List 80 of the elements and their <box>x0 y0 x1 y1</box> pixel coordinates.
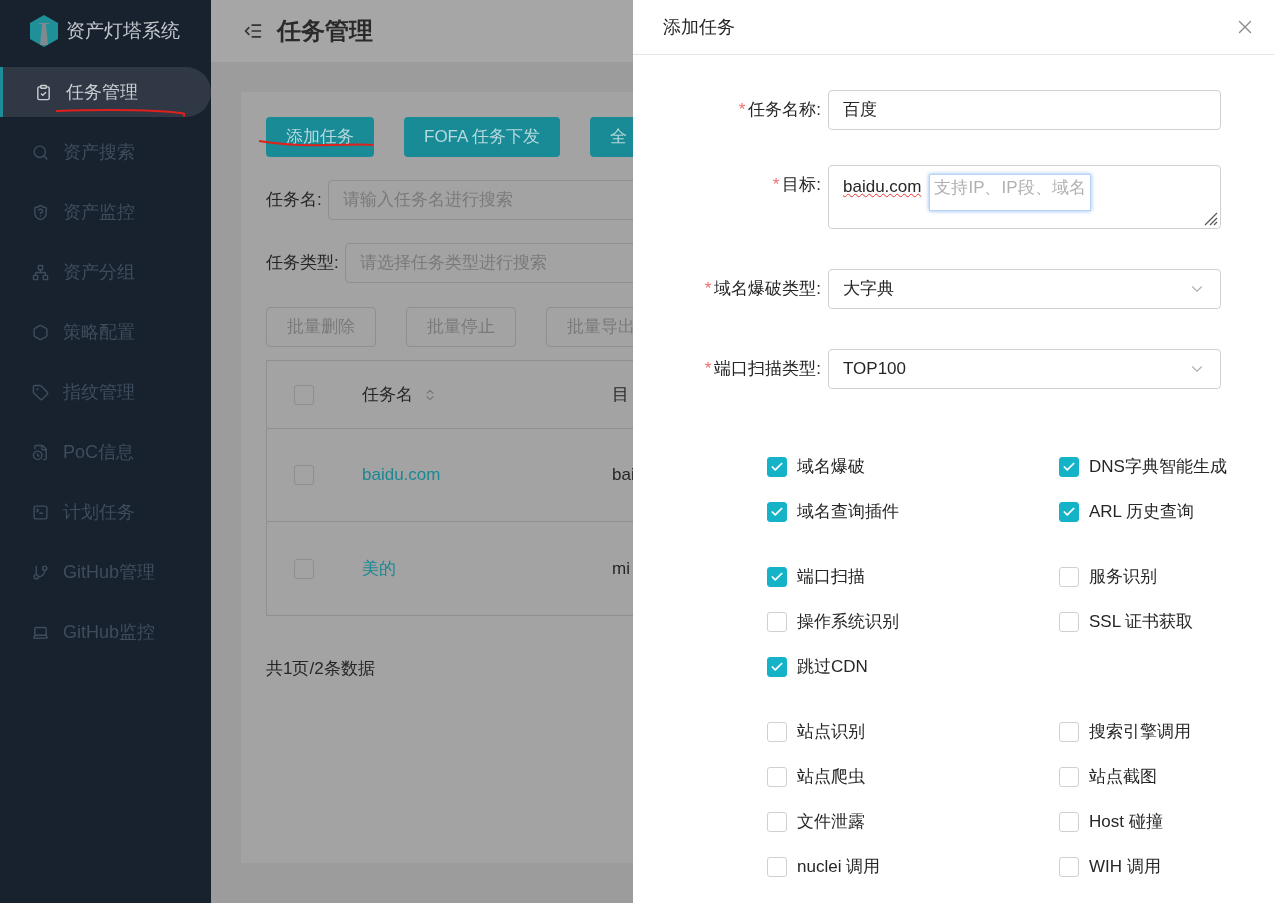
checkbox[interactable] <box>1059 612 1079 632</box>
table-cell-text: bai <box>612 464 633 487</box>
option-label: ARL 历史查询 <box>1089 501 1195 524</box>
task-link[interactable]: 美的 <box>362 558 396 578</box>
check-icon <box>770 460 784 474</box>
required-asterisk: * <box>738 99 746 122</box>
checkbox[interactable] <box>1059 857 1079 877</box>
column-header: 目 <box>612 383 629 406</box>
action-button[interactable]: 全 <box>590 117 633 157</box>
action-button[interactable]: 添加任务 <box>266 117 374 157</box>
checkbox[interactable] <box>767 812 787 832</box>
terminal-icon <box>32 503 49 521</box>
check-icon <box>770 660 784 674</box>
option-label: WIH 调用 <box>1089 856 1161 879</box>
checkbox[interactable] <box>1059 457 1079 477</box>
filter-label: 任务类型: <box>266 252 339 275</box>
checkbox[interactable] <box>767 857 787 877</box>
checkbox[interactable] <box>767 657 787 677</box>
search-icon <box>32 143 49 161</box>
checkbox[interactable] <box>767 502 787 522</box>
check-icon <box>770 570 784 584</box>
check-icon <box>1062 505 1076 519</box>
sidebar-item[interactable]: 任务管理 <box>0 67 211 117</box>
collapse-menu-icon[interactable] <box>243 21 263 41</box>
hierarchy-icon <box>32 263 49 281</box>
checkbox[interactable] <box>1059 567 1079 587</box>
lighthouse-logo-icon <box>28 14 60 48</box>
field-label: 任务名称: <box>748 99 821 122</box>
check-icon <box>1062 460 1076 474</box>
checkbox[interactable] <box>767 567 787 587</box>
filter-label: 任务名: <box>266 189 322 212</box>
input-field[interactable]: 百度 <box>828 90 1221 130</box>
option-label: 域名爆破 <box>797 456 865 479</box>
target-textarea[interactable]: baidu.com 支持IP、IP段、域名 <box>828 165 1221 229</box>
option-label: 文件泄露 <box>797 811 865 834</box>
option-label: DNS字典智能生成 <box>1089 456 1227 479</box>
action-button[interactable]: FOFA 任务下发 <box>404 117 561 157</box>
option-label: 搜索引擎调用 <box>1089 721 1191 744</box>
checkbox[interactable] <box>1059 722 1079 742</box>
app-title: 资产灯塔系统 <box>66 18 180 43</box>
checkbox[interactable] <box>767 722 787 742</box>
pagination-summary: 共1页/2条数据 <box>266 658 376 680</box>
select-field[interactable]: TOP100 <box>828 349 1221 389</box>
option-label: 跳过CDN <box>797 656 868 679</box>
required-asterisk: * <box>704 278 712 301</box>
hint-popup: 支持IP、IP段、域名 <box>929 174 1091 211</box>
git-icon <box>32 563 49 581</box>
required-asterisk: * <box>704 358 712 381</box>
checkbox[interactable] <box>767 612 787 632</box>
drawer-title: 添加任务 <box>663 15 735 39</box>
clipboard-icon <box>35 83 52 101</box>
option-label: 站点识别 <box>797 721 865 744</box>
field-label: 端口扫描类型: <box>714 358 821 381</box>
option-label: 站点截图 <box>1089 766 1157 789</box>
option-label: 端口扫描 <box>797 566 865 589</box>
option-label: 服务识别 <box>1089 566 1157 589</box>
check-icon <box>770 505 784 519</box>
tag-icon <box>32 383 49 401</box>
option-label: 站点爬虫 <box>797 766 865 789</box>
field-label: 域名爆破类型: <box>714 278 821 301</box>
column-header[interactable]: 任务名 <box>362 381 413 408</box>
required-asterisk: * <box>772 174 780 197</box>
option-label: nuclei 调用 <box>797 856 881 879</box>
option-label: SSL 证书获取 <box>1089 611 1194 634</box>
option-label: 操作系统识别 <box>797 611 899 634</box>
checkbox[interactable] <box>767 457 787 477</box>
shield-icon <box>32 203 49 221</box>
task-link[interactable]: baidu.com <box>362 465 441 485</box>
checkbox[interactable] <box>1059 812 1079 832</box>
option-label: 域名查询插件 <box>797 501 899 524</box>
checkbox[interactable] <box>767 767 787 787</box>
select-field[interactable]: 大字典 <box>828 269 1221 309</box>
checkbox[interactable] <box>1059 502 1079 522</box>
checkbox[interactable] <box>1059 767 1079 787</box>
page-title: 任务管理 <box>277 16 373 46</box>
option-label: Host 碰撞 <box>1089 811 1163 834</box>
document-clock-icon <box>32 443 49 461</box>
field-label: 目标: <box>782 174 821 197</box>
table-cell-text: mi <box>612 557 630 580</box>
resize-handle-icon[interactable] <box>1202 210 1218 226</box>
